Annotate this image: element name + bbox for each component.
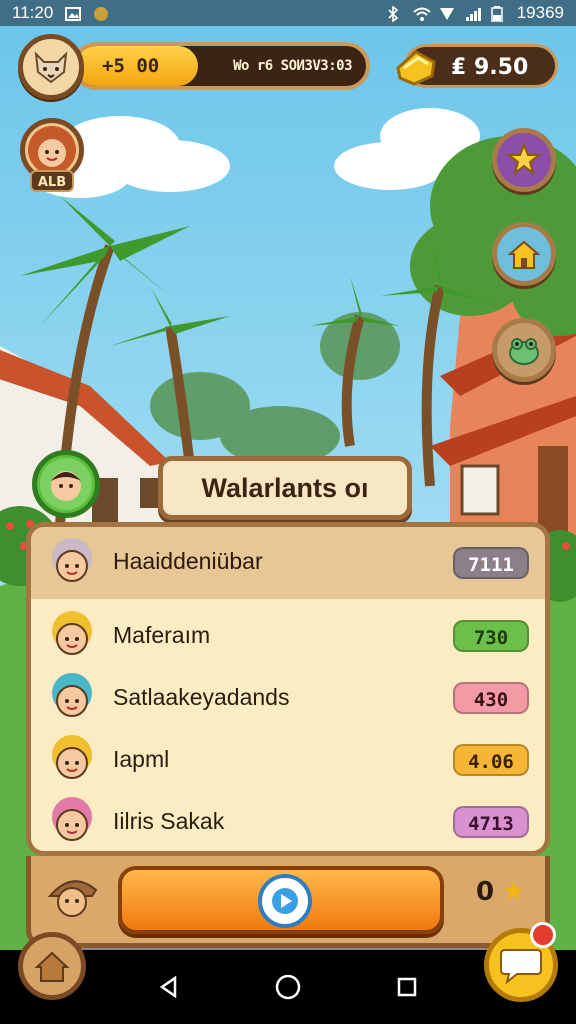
profile-tag: ALB (30, 170, 74, 192)
player-name: Haaiddeniübar (113, 548, 263, 574)
back-button[interactable] (154, 972, 184, 1002)
status-right-text: 19369 (516, 3, 564, 22)
leaderboard-row[interactable]: Haaiddeniübar 7111 (31, 527, 545, 599)
star-badge-icon (506, 142, 542, 176)
girl-avatar-icon (28, 126, 76, 174)
player-score: 430 (453, 682, 529, 714)
home-button[interactable] (273, 972, 303, 1002)
player-score: 4713 (453, 806, 529, 838)
xp-bar: +5 00 Wo r6 SOИ3V3:03 (72, 42, 370, 90)
frog-button[interactable] (492, 318, 556, 382)
play-icon[interactable] (258, 874, 312, 928)
home-circle-icon (275, 974, 301, 1000)
star-badge-button[interactable] (492, 128, 556, 192)
player-name: Iapml (113, 746, 170, 772)
back-triangle-icon (160, 975, 177, 999)
player-score: 7111 (453, 547, 529, 579)
banner-avatar (32, 450, 100, 518)
player-name: Maferaım (113, 622, 211, 648)
status-time: 11:20 (12, 3, 54, 22)
boy-avatar-icon (40, 458, 92, 510)
image-icon (65, 6, 82, 21)
player-avatar-icon (45, 795, 99, 849)
star-icon: ★ (502, 877, 526, 907)
xp-label: Wo r6 SOИ3V3:03 (233, 58, 352, 74)
bluetooth-icon (387, 5, 403, 23)
map-button[interactable] (18, 932, 86, 1000)
signal-bars-icon (465, 6, 481, 21)
player-avatar-icon (45, 671, 99, 725)
house-map-icon (34, 951, 70, 982)
coin-value: ₤ 9.50 (451, 55, 529, 80)
player-score: 4.06 (453, 744, 529, 776)
leaderboard-title: Walarlants oı (201, 472, 369, 503)
friend-avatar-icon (42, 866, 102, 926)
app-notification-icon (93, 6, 109, 21)
stars-count: 0 (476, 877, 495, 907)
player-name: Iilris Sakak (113, 808, 225, 834)
leaderboard-row[interactable]: Maferaım 730 (31, 605, 545, 667)
leaderboard-row[interactable]: Iilris Sakak 4713 (31, 791, 545, 851)
signal-triangle-icon (439, 6, 455, 20)
fox-icon (34, 51, 68, 84)
coin-stack-icon (390, 38, 442, 90)
house-icon (507, 240, 541, 269)
wifi-icon (413, 6, 431, 21)
chat-bubble-icon (500, 949, 542, 984)
recents-button[interactable] (392, 972, 422, 1002)
player-avatar-icon (45, 733, 99, 787)
xp-value: +5 00 (102, 55, 160, 77)
recents-square-icon (397, 977, 416, 997)
player-avatar-icon (45, 609, 99, 663)
house-button[interactable] (492, 222, 556, 286)
leaderboard-title-banner: Walarlants oı (158, 456, 412, 520)
player-avatar-icon (45, 536, 99, 590)
battery-icon (490, 6, 507, 23)
player-name: Satlaakeyadands (113, 684, 290, 710)
player-avatar-button[interactable] (18, 34, 84, 100)
frog-icon (509, 338, 539, 365)
status-bar: 11:20 19369 (0, 0, 576, 26)
notification-dot (530, 922, 556, 948)
leaderboard-panel: Haaiddeniübar 7111 Maferaım 730 Satlaakeyada… (26, 522, 550, 856)
player-score: 730 (453, 620, 529, 652)
leaderboard-row[interactable]: Iapml 4.06 (31, 729, 545, 791)
leaderboard-row[interactable]: Satlaakeyadands 430 (31, 667, 545, 729)
